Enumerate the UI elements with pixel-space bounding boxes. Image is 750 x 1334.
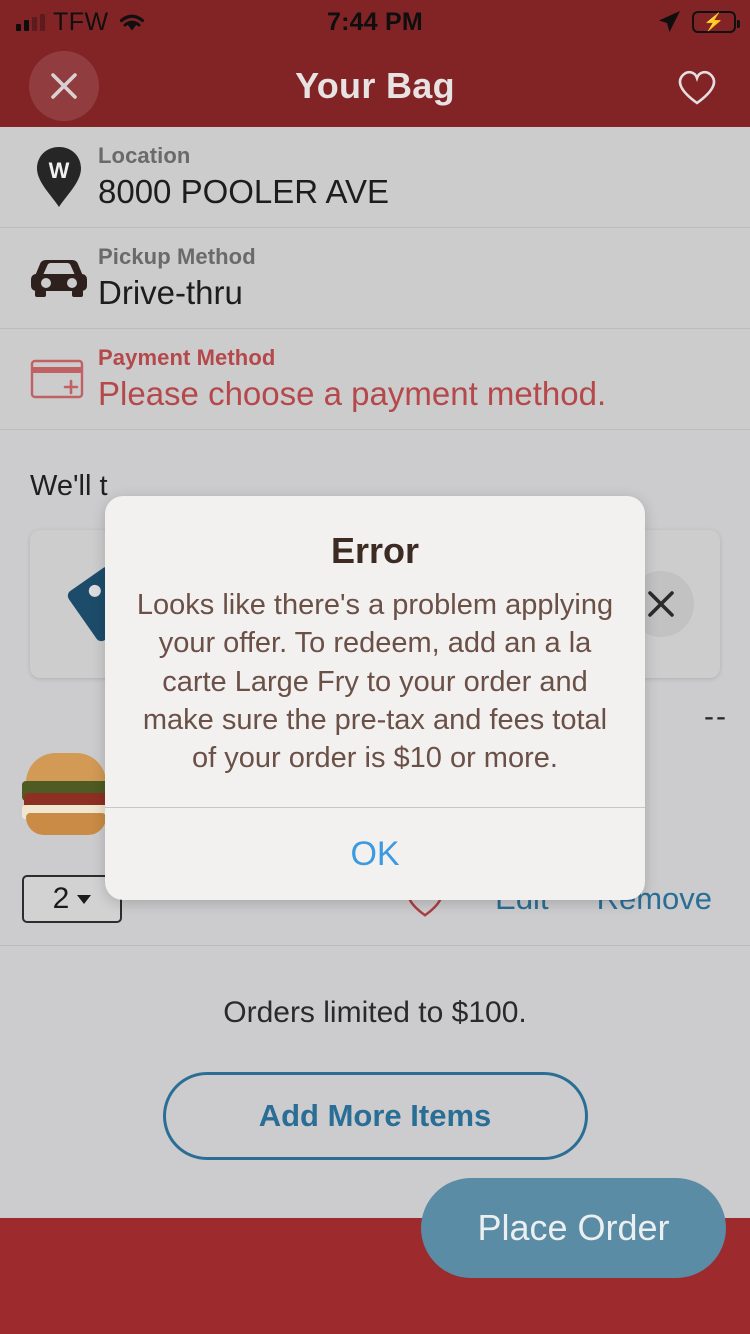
error-dialog: Error Looks like there's a problem apply… xyxy=(105,496,645,901)
error-dialog-ok-button[interactable]: OK xyxy=(105,808,645,900)
error-dialog-body: Error Looks like there's a problem apply… xyxy=(105,496,645,807)
error-dialog-title: Error xyxy=(330,530,420,571)
error-dialog-message: Looks like there's a problem applying yo… xyxy=(136,589,614,775)
